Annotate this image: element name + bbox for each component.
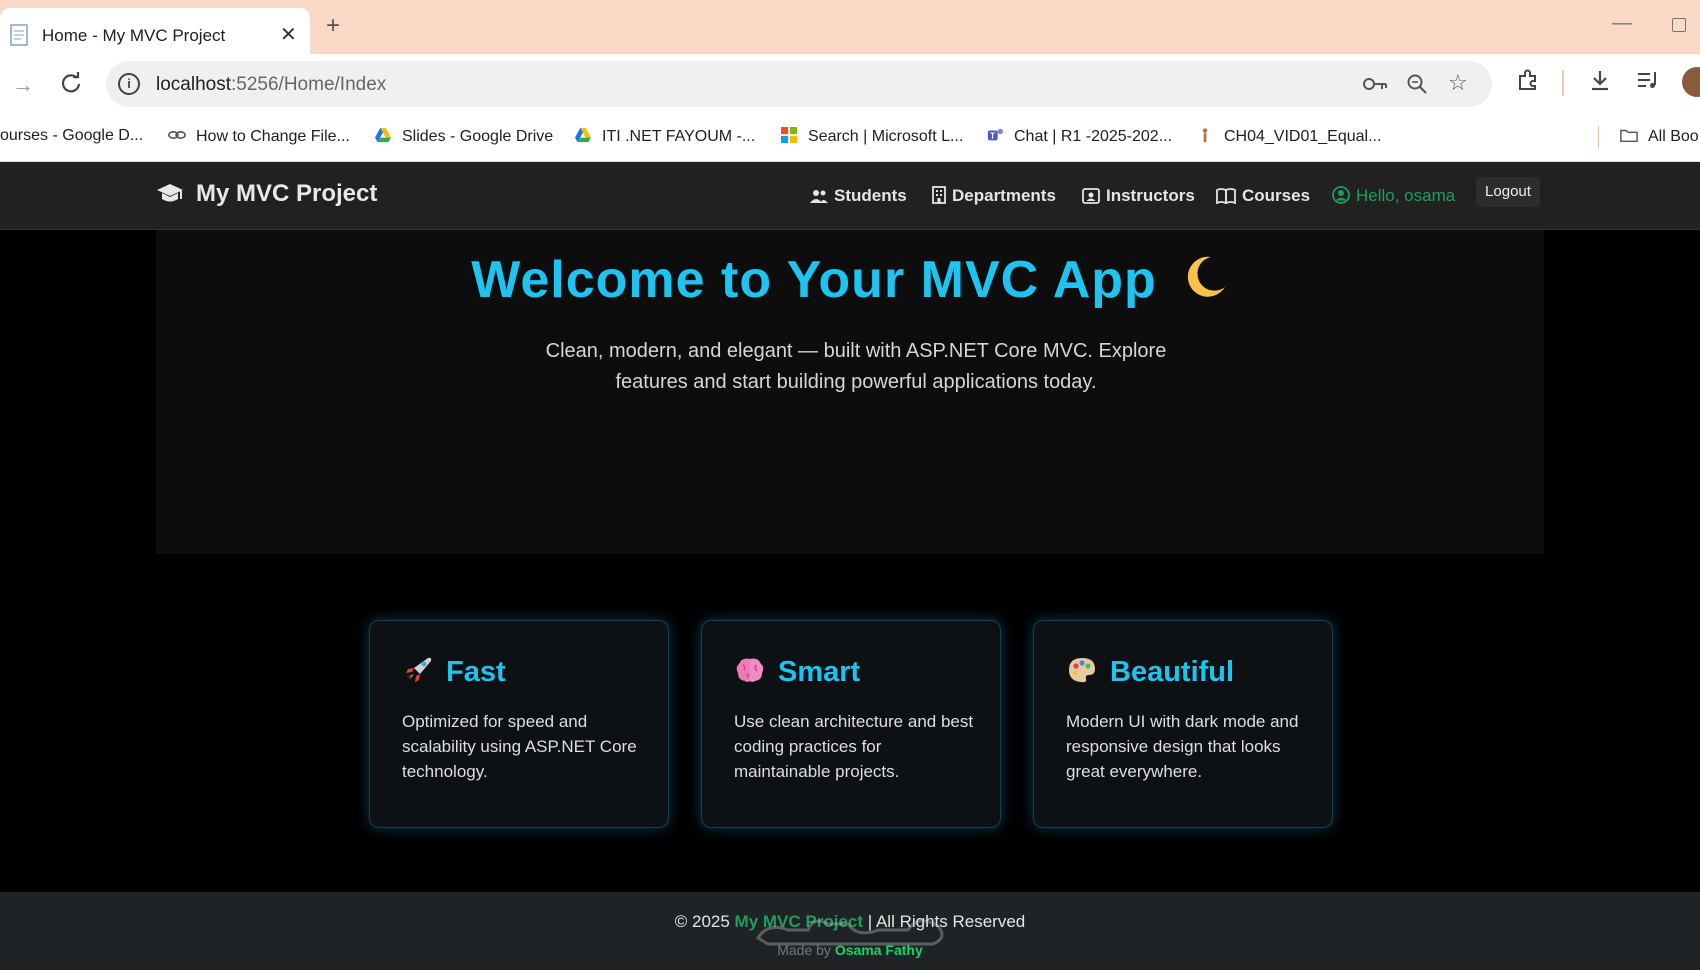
nav-courses[interactable]: Courses [1216,186,1310,206]
rocket-icon [406,657,432,682]
microsoft-icon [781,127,797,143]
moon-emoji-icon [1179,250,1229,310]
bookmark-item[interactable]: How to Change File... [168,127,350,146]
logout-button[interactable]: Logout [1476,177,1540,207]
profile-avatar[interactable] [1682,67,1700,97]
card-title: Fast [402,655,506,689]
reload-icon[interactable] [60,72,82,94]
window-minimize-icon[interactable]: — [1612,12,1632,35]
bookmark-item[interactable]: ITI .NET FAYOUM -... [574,127,755,146]
address-bar[interactable]: i localhost:5256/Home/Index ☆ [106,61,1492,107]
zoom-icon[interactable] [1406,73,1428,95]
nav-students[interactable]: Students [810,186,907,206]
brain-icon [736,658,764,682]
new-tab-button[interactable]: + [326,12,340,40]
browser-tab-active[interactable]: Home - My MVC Project ✕ [0,8,310,54]
card-title: Smart [734,655,860,689]
hero-title: Welcome to Your MVC App [156,250,1544,310]
card-description: Optimized for speed and scalability usin… [402,712,637,781]
bookmark-item[interactable]: CH04_VID01_Equal... [1196,127,1381,146]
bookmark-item[interactable]: Search | Microsoft L... [780,127,963,146]
nav-instructors[interactable]: Instructors [1082,186,1195,206]
card-description: Modern UI with dark mode and responsive … [1066,712,1299,781]
brand-text: My MVC Project [196,180,378,207]
id-card-icon [1082,188,1100,204]
card-description: Use clean architecture and best coding p… [734,712,974,781]
building-icon [932,186,946,204]
tab-close-icon[interactable]: ✕ [280,22,297,47]
graduation-cap-icon [157,184,183,202]
watermark-logo [755,919,944,946]
window-maximize-icon[interactable] [1672,18,1686,32]
nav-departments[interactable]: Departments [932,186,1056,206]
page-content: My MVC Project Students Departments Inst… [0,162,1700,970]
extensions-icon[interactable] [1516,68,1540,92]
tab-title: Home - My MVC Project [42,26,226,45]
hero-section: Welcome to Your MVC App Clean, modern, a… [156,230,1544,554]
bookmark-star-icon[interactable]: ☆ [1448,70,1468,96]
bookmarks-divider [1598,126,1599,148]
feature-card-smart: Smart Use clean architecture and best co… [701,620,1001,828]
user-circle-icon [1332,186,1350,204]
nav-user-greeting[interactable]: Hello, osama [1332,186,1455,206]
folder-icon [1620,129,1638,143]
forward-arrow-icon[interactable]: → [12,72,34,98]
bookmark-item[interactable]: T Chat | R1 -2025-202... [986,127,1172,146]
link-icon [168,131,186,139]
book-icon [1216,188,1236,205]
browser-tabstrip: Home - My MVC Project ✕ + — [0,0,1700,54]
page-favicon-icon [10,24,28,46]
site-footer: © 2025 My MVC Project | All Rights Reser… [0,892,1700,970]
hero-description: Clean, modern, and elegant — built with … [545,340,1167,393]
url-text[interactable]: localhost:5256/Home/Index [156,74,386,96]
site-navbar: My MVC Project Students Departments Inst… [0,162,1700,230]
site-info-icon[interactable]: i [118,73,140,95]
bookmark-item[interactable]: ourses - Google D... [0,127,143,145]
bookmark-item[interactable]: Slides - Google Drive [374,127,553,146]
browser-toolbar: → i localhost:5256/Home/Index ☆ [0,54,1700,114]
key-icon[interactable] [1362,75,1388,93]
feature-card-fast: Fast Optimized for speed and scalability… [369,620,669,828]
feature-card-beautiful: Beautiful Modern UI with dark mode and r… [1033,620,1333,828]
google-drive-icon [375,127,391,143]
reading-list-icon[interactable] [1636,70,1660,90]
toolbar-divider [1562,70,1564,96]
site-brand[interactable]: My MVC Project [156,180,377,208]
svg-text:T: T [990,132,995,141]
bookmarks-bar: ourses - Google D... How to Change File.… [0,114,1700,162]
palette-icon [1069,658,1095,683]
download-icon[interactable] [1588,68,1612,92]
person-icon [1202,128,1208,143]
teams-icon: T [987,128,1003,141]
bookmark-folder-all[interactable]: All Boo [1620,127,1699,146]
users-icon [810,190,828,203]
card-title: Beautiful [1066,655,1234,689]
google-drive-icon [575,127,591,143]
